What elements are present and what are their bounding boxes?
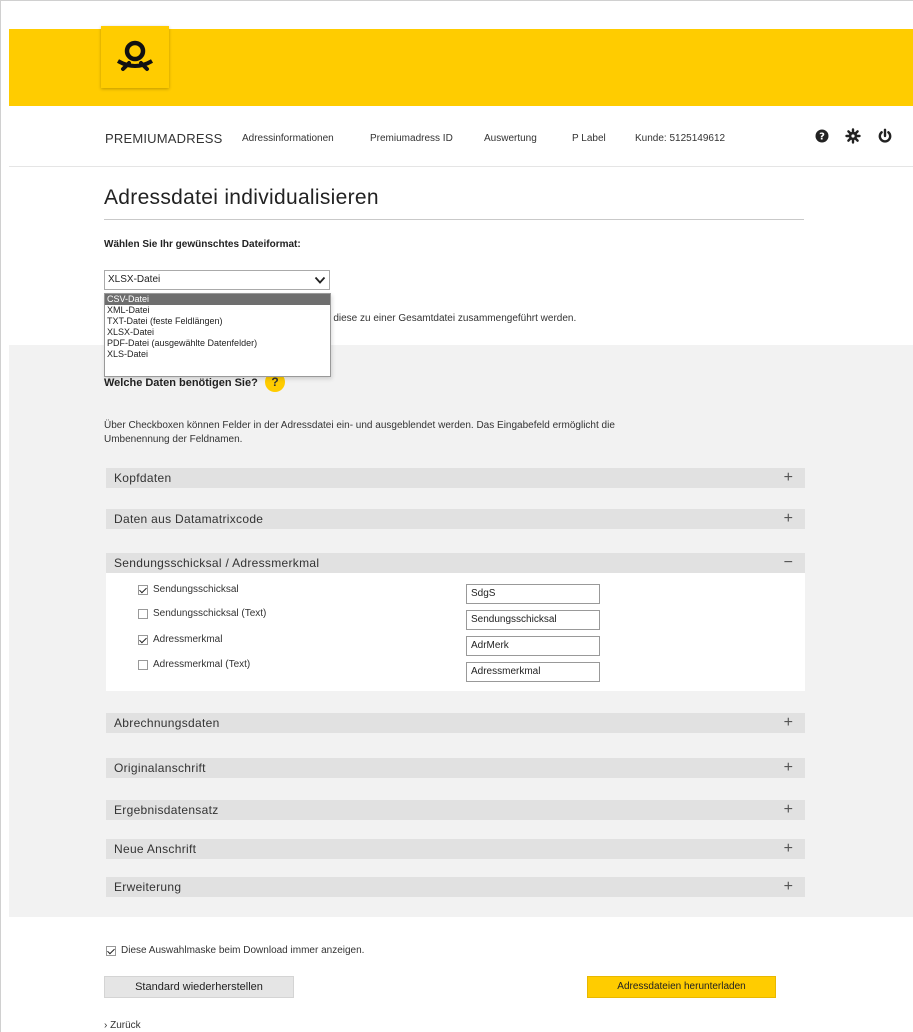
- post-horn-icon: [116, 40, 154, 71]
- accordion-sendungsschicksal[interactable]: Sendungsschicksal / Adressmerkmal −: [106, 553, 805, 573]
- nav-item-auswertung[interactable]: Auswertung: [484, 133, 537, 144]
- field-label: Adressmerkmal (Text): [153, 659, 251, 670]
- expand-icon: +: [783, 840, 793, 857]
- svg-text:?: ?: [819, 132, 825, 143]
- format-option-xml[interactable]: XML-Datei: [105, 305, 330, 316]
- accordion-originalanschrift[interactable]: Originalanschrift +: [106, 758, 805, 778]
- fieldname-input-sendungsschicksal[interactable]: SdgS: [466, 584, 600, 604]
- nav-item-p-label[interactable]: P Label: [572, 133, 606, 144]
- fieldname-input-sendungsschicksal-text[interactable]: Sendungsschicksal: [466, 610, 600, 630]
- left-border: [0, 0, 1, 1032]
- top-border: [0, 0, 913, 1]
- accordion-title: Ergebnisdatensatz: [114, 803, 219, 817]
- accordion-erweiterung[interactable]: Erweiterung +: [106, 877, 805, 897]
- format-option-txt[interactable]: TXT-Datei (feste Feldlängen): [105, 316, 330, 327]
- power-icon[interactable]: [877, 128, 893, 144]
- chevron-down-icon: [314, 276, 326, 284]
- fieldname-input-adressmerkmal-text[interactable]: Adressmerkmal: [466, 662, 600, 682]
- always-show-checkbox[interactable]: [106, 946, 116, 956]
- accordion-title: Neue Anschrift: [114, 842, 197, 856]
- gear-icon[interactable]: [845, 128, 861, 144]
- main-navigation: PREMIUMADRESS Adressinformationen Premiu…: [9, 106, 913, 166]
- accordion-title: Kopfdaten: [114, 471, 172, 485]
- format-option-xlsx[interactable]: XLSX-Datei: [105, 327, 330, 338]
- accordion-title: Erweiterung: [114, 880, 182, 894]
- merge-info-text: n diese zu einer Gesamtdatei zusammengef…: [325, 313, 577, 324]
- accordion-title: Sendungsschicksal / Adressmerkmal: [114, 556, 320, 570]
- expand-icon: +: [783, 878, 793, 895]
- back-link[interactable]: › Zurück: [104, 1020, 141, 1031]
- expand-icon: +: [783, 469, 793, 486]
- expand-icon: +: [783, 759, 793, 776]
- format-option-xls[interactable]: XLS-Datei: [105, 349, 330, 360]
- format-option-pdf[interactable]: PDF-Datei (ausgewählte Datenfelder): [105, 338, 330, 349]
- selected-format: XLSX-Datei: [108, 274, 161, 285]
- fieldname-input-adressmerkmal[interactable]: AdrMerk: [466, 636, 600, 656]
- checkbox-sendungsschicksal[interactable]: [138, 585, 148, 595]
- description-text: Über Checkboxen können Felder in der Adr…: [104, 420, 615, 445]
- accordion-kopfdaten[interactable]: Kopfdaten +: [106, 468, 805, 488]
- checkbox-sendungsschicksal-text[interactable]: [138, 609, 148, 619]
- file-format-select[interactable]: XLSX-Datei: [104, 270, 330, 290]
- title-divider: [104, 219, 804, 220]
- format-option-csv[interactable]: CSV-Datei: [105, 294, 330, 305]
- customer-number: Kunde: 5125149612: [635, 133, 726, 144]
- nav-divider: [9, 166, 913, 167]
- logo[interactable]: [101, 26, 169, 88]
- field-label: Sendungsschicksal: [153, 584, 239, 595]
- help-icon[interactable]: ?: [814, 128, 830, 144]
- always-show-label: Diese Auswahlmaske beim Download immer a…: [121, 945, 365, 956]
- expand-icon: +: [783, 510, 793, 527]
- accordion-abrechnungsdaten[interactable]: Abrechnungsdaten +: [106, 713, 805, 733]
- collapse-icon: −: [783, 554, 793, 571]
- nav-brand[interactable]: PREMIUMADRESS: [105, 131, 222, 146]
- accordion-body-sendungsschicksal: Sendungsschicksal SdgS Sendungsschicksal…: [106, 573, 805, 691]
- page-title: Adressdatei individualisieren: [104, 186, 379, 209]
- accordion-neue-anschrift[interactable]: Neue Anschrift +: [106, 839, 805, 859]
- accordion-ergebnisdatensatz[interactable]: Ergebnisdatensatz +: [106, 800, 805, 820]
- field-label: Sendungsschicksal (Text): [153, 608, 267, 619]
- accordion-title: Abrechnungsdaten: [114, 716, 220, 730]
- checkbox-adressmerkmal[interactable]: [138, 635, 148, 645]
- field-label: Adressmerkmal: [153, 634, 223, 645]
- format-label: Wählen Sie Ihr gewünschtes Dateiformat:: [104, 239, 301, 250]
- file-format-dropdown: CSV-Datei XML-Datei TXT-Datei (feste Fel…: [104, 293, 331, 377]
- expand-icon: +: [783, 714, 793, 731]
- accordion-title: Daten aus Datamatrixcode: [114, 512, 264, 526]
- checkbox-adressmerkmal-text[interactable]: [138, 660, 148, 670]
- reset-default-button[interactable]: Standard wiederherstellen: [104, 976, 294, 998]
- accordion-datamatrixcode[interactable]: Daten aus Datamatrixcode +: [106, 509, 805, 529]
- download-button[interactable]: Adressdateien herunterladen: [587, 976, 776, 998]
- accordion-title: Originalanschrift: [114, 761, 206, 775]
- which-data-label: Welche Daten benötigen Sie?: [104, 377, 258, 389]
- expand-icon: +: [783, 801, 793, 818]
- nav-item-adressinformationen[interactable]: Adressinformationen: [242, 133, 334, 144]
- nav-item-premiumadress-id[interactable]: Premiumadress ID: [370, 133, 453, 144]
